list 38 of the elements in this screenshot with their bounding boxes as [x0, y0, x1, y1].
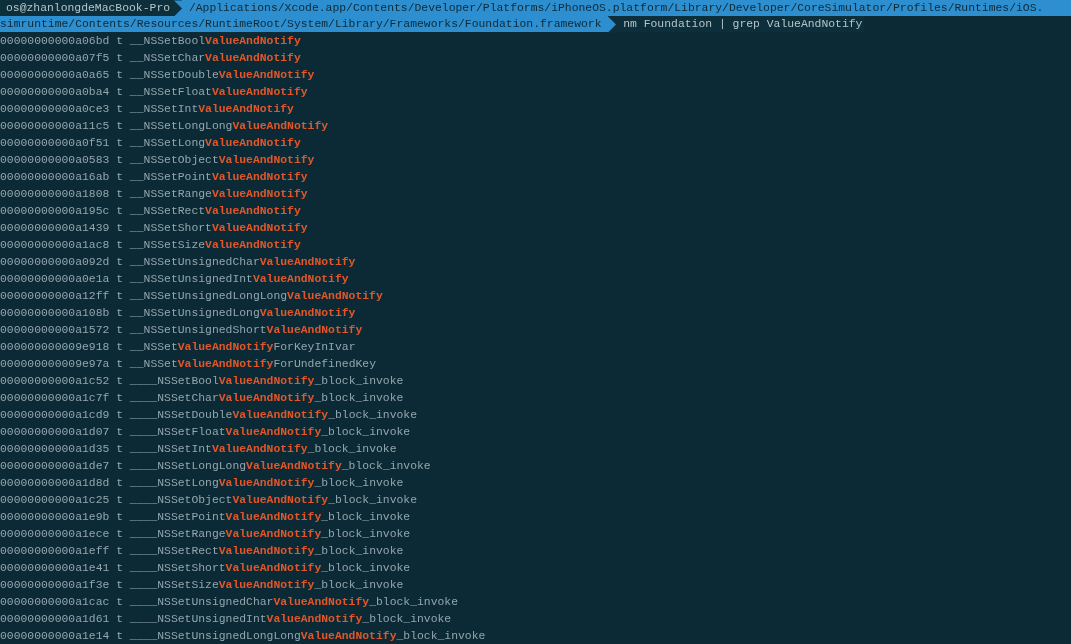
output-line: 00000000000a1cac t ____NSSetUnsignedCharValueAndNotify_block_invoke [0, 595, 459, 610]
output-line: 00000000000a1de7 t ____NSSetLongLongValueAndNotify_block_invoke [0, 459, 432, 474]
output-line: 00000000000a1ece t ____NSSetRangeValueAndNotify_block_invoke [0, 527, 412, 542]
output-line: 00000000000a0583 t __NSSetObjectValueAndNotify [0, 153, 316, 168]
output-line: 00000000000a1d35 t ____NSSetIntValueAndNotify_block_invoke [0, 442, 398, 457]
output-line: 00000000000a1e14 t ____NSSetUnsignedLongLongValueAndNotify_block_invoke [0, 629, 487, 644]
output-line: 00000000000a195c t __NSSetRectValueAndNotify [0, 204, 302, 219]
output-line: 00000000000a1c25 t ____NSSetObjectValueAndNotify_block_invoke [0, 493, 418, 508]
output-line: 00000000000a1f3e t ____NSSetSizeValueAndNotify_block_invoke [0, 578, 405, 593]
command-text: nm Foundation | grep ValueAndNotify [616, 16, 865, 32]
output-line: 00000000000a1cd9 t ____NSSetDoubleValueAndNotify_block_invoke [0, 408, 418, 423]
output-line: 00000000000a1c7f t ____NSSetCharValueAndNotify_block_invoke [0, 391, 405, 406]
output-line: 00000000000a1d61 t ____NSSetUnsignedIntValueAndNotify_block_invoke [0, 612, 453, 627]
prompt-separator-icon [608, 16, 617, 33]
output-line: 00000000000a1eff t ____NSSetRectValueAndNotify_block_invoke [0, 544, 405, 559]
output-line: 00000000000a0ba4 t __NSSetFloatValueAndNotify [0, 85, 309, 100]
output-line: 00000000000a0e1a t __NSSetUnsignedIntValueAndNotify [0, 272, 350, 287]
output-line: 00000000000a16ab t __NSSetPointValueAndNotify [0, 170, 309, 185]
output-line: 00000000000a1e41 t ____NSSetShortValueAndNotify_block_invoke [0, 561, 412, 576]
output-line: 000000000009e918 t __NSSetValueAndNotifyForKeyInIvar [0, 340, 357, 355]
output-line: 00000000000a1ac8 t __NSSetSizeValueAndNotify [0, 238, 302, 253]
output-line: 00000000000a108b t __NSSetUnsignedLongValueAndNotify [0, 306, 357, 321]
output-line: 00000000000a1c52 t ____NSSetBoolValueAndNotify_block_invoke [0, 374, 405, 389]
output-line: 00000000000a06bd t __NSSetBoolValueAndNotify [0, 34, 302, 49]
output-line: 00000000000a0a65 t __NSSetDoubleValueAndNotify [0, 68, 316, 83]
output-line: 00000000000a1572 t __NSSetUnsignedShortValueAndNotify [0, 323, 364, 338]
output-line: 00000000000a092d t __NSSetUnsignedCharValueAndNotify [0, 255, 357, 270]
output-line: 00000000000a1d8d t ____NSSetLongValueAndNotify_block_invoke [0, 476, 405, 491]
output-line: 00000000000a1439 t __NSSetShortValueAndNotify [0, 221, 309, 236]
output-line: 00000000000a1d07 t ____NSSetFloatValueAndNotify_block_invoke [0, 425, 412, 440]
output-line: 000000000009e97a t __NSSetValueAndNotifyForUndefinedKey [0, 357, 377, 372]
output-line: 00000000000a11c5 t __NSSetLongLongValueAndNotify [0, 119, 330, 134]
output-line: 00000000000a0f51 t __NSSetLongValueAndNotify [0, 136, 302, 151]
output-line: 00000000000a1808 t __NSSetRangeValueAndNotify [0, 187, 309, 202]
output-line: 00000000000a12ff t __NSSetUnsignedLongLongValueAndNotify [0, 289, 384, 304]
output-line: 00000000000a0ce3 t __NSSetIntValueAndNotify [0, 102, 295, 117]
output-line: 00000000000a1e9b t ____NSSetPointValueAndNotify_block_invoke [0, 510, 412, 525]
output-line: 00000000000a07f5 t __NSSetCharValueAndNotify [0, 51, 302, 66]
